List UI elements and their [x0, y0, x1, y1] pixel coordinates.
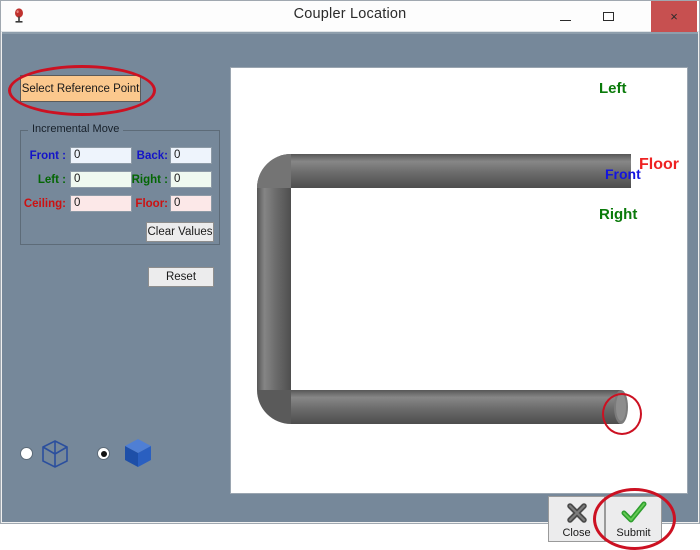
back-input[interactable]: 0 [170, 147, 212, 164]
minimize-button[interactable] [544, 1, 587, 32]
close-icon: × [670, 9, 678, 24]
close-button-label: Close [562, 527, 591, 539]
wireframe-cube-icon[interactable] [39, 438, 71, 470]
back-label: Back: [136, 150, 168, 162]
reset-button[interactable]: Reset [148, 267, 214, 287]
select-reference-point-button[interactable]: Select Reference Point [20, 75, 141, 102]
orientation-label-floor: Floor [639, 156, 679, 173]
floor-label: Floor: [135, 198, 168, 210]
ceiling-input[interactable]: 0 [70, 195, 132, 212]
minimize-icon [560, 19, 571, 21]
submit-button-label: Submit [616, 527, 651, 539]
orientation-label-right: Right [599, 206, 638, 223]
coupler-location-window: Coupler Location × Select Reference Poin… [0, 0, 700, 550]
command-bar: Close Submit [230, 488, 688, 550]
right-label: Right : [131, 174, 168, 186]
maximize-button[interactable] [587, 1, 630, 32]
view-mode-solid-radio[interactable] [97, 447, 110, 460]
submit-button[interactable]: Submit [605, 496, 662, 542]
close-button[interactable]: Close [548, 496, 605, 542]
pipe-model [257, 154, 631, 424]
orientation-label-front: Front [605, 166, 641, 182]
right-input[interactable]: 0 [170, 171, 212, 188]
solid-cube-icon[interactable] [121, 436, 155, 470]
orientation-label-left: Left [599, 80, 627, 97]
view-mode-wireframe-radio[interactable] [20, 447, 33, 460]
front-label: Front : [29, 150, 66, 162]
check-icon [621, 501, 646, 523]
clear-values-button[interactable]: Clear Values [146, 222, 214, 242]
ceiling-label: Ceiling: [23, 198, 66, 210]
x-icon [566, 503, 587, 523]
front-input[interactable]: 0 [70, 147, 132, 164]
left-label: Left : [37, 174, 66, 186]
incremental-move-title: Incremental Move [28, 123, 124, 135]
dialog-body: Select Reference Point Incremental Move … [2, 32, 698, 550]
close-window-button[interactable]: × [651, 1, 697, 32]
floor-input[interactable]: 0 [170, 195, 212, 212]
maximize-icon [603, 12, 614, 21]
model-viewport[interactable]: Left Front Floor Right [230, 67, 688, 494]
title-bar: Coupler Location × [1, 1, 699, 32]
